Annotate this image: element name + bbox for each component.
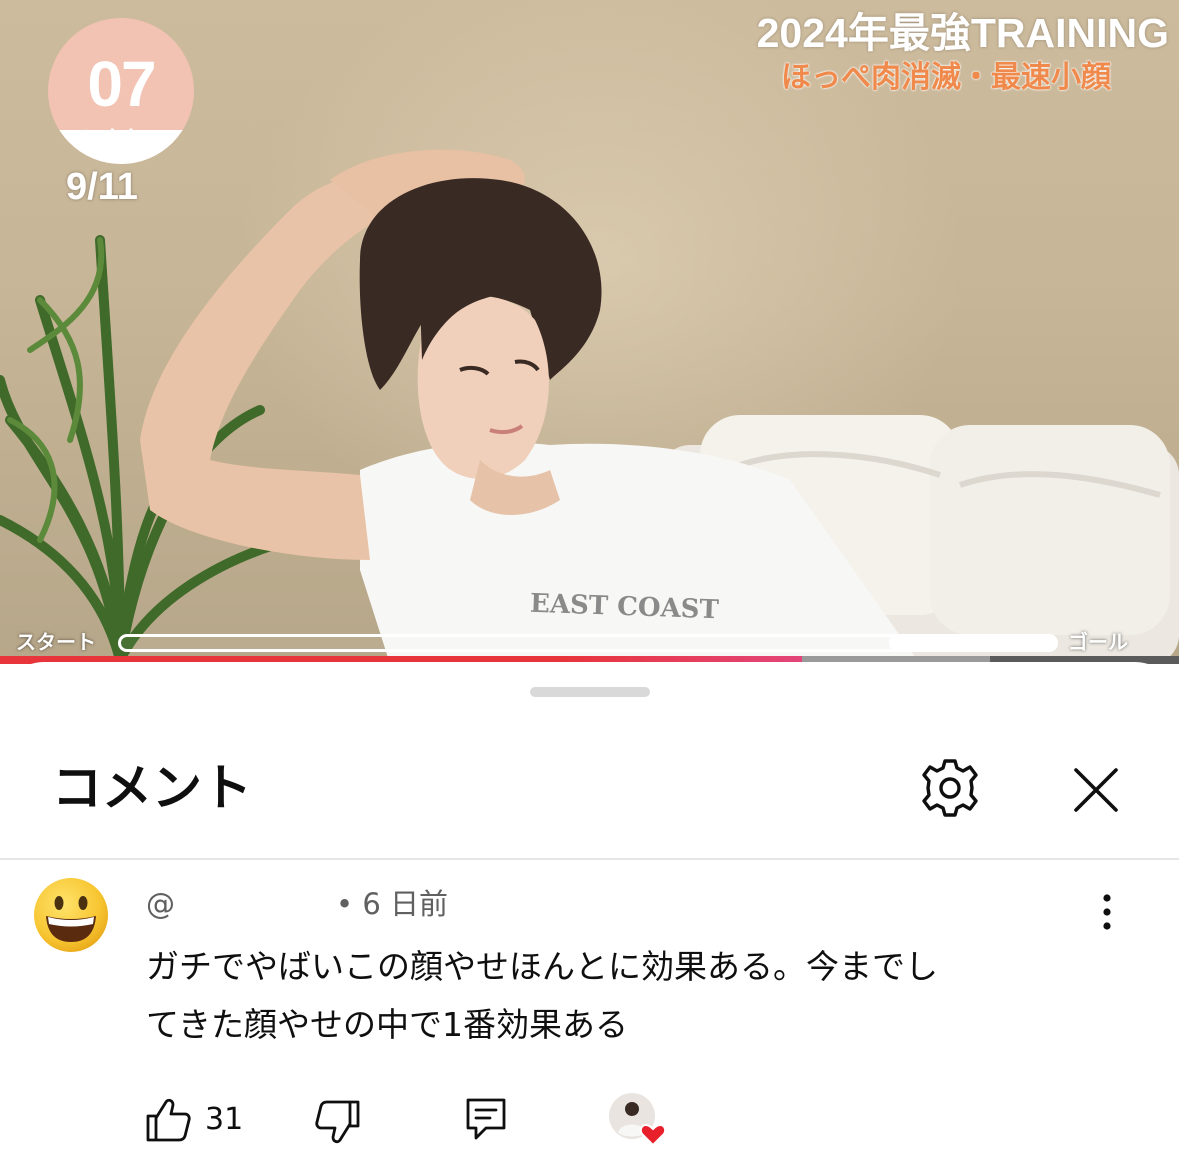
comment-timestamp: • 6 日前 xyxy=(336,887,448,921)
race-goal-label: ゴール xyxy=(1068,632,1128,654)
thumbs-down-icon xyxy=(315,1100,360,1144)
creator-heart-icon xyxy=(609,1093,667,1147)
race-start-label: スタート xyxy=(16,632,96,654)
training-progress-count: 9/11 xyxy=(66,166,138,208)
comment-author-avatar[interactable] xyxy=(32,876,110,954)
comment-text-line: てきた顔やせの中で1番効果ある xyxy=(146,1005,629,1044)
comment-meta: @ • 6 日前 xyxy=(146,882,448,926)
close-comments-button[interactable] xyxy=(1066,760,1126,820)
header-divider xyxy=(0,858,1179,860)
comment-more-button[interactable] xyxy=(1090,892,1124,932)
grinning-face-emoji-icon xyxy=(34,878,108,952)
video-overlay-subtitle: ほっぺ肉消滅・最速小顔 xyxy=(781,61,1111,94)
creator-heart xyxy=(608,1092,672,1148)
comment-settings-button[interactable] xyxy=(916,758,984,818)
like-button[interactable] xyxy=(144,1096,192,1144)
badge-word: training xyxy=(82,126,160,149)
race-progress-fill xyxy=(888,634,1058,652)
thumbs-up-icon xyxy=(146,1098,191,1142)
comment-actions: 31 xyxy=(0,1090,1179,1150)
reply-icon xyxy=(466,1098,506,1140)
badge-number: 07 xyxy=(87,48,156,120)
comments-title: コメント xyxy=(52,759,252,817)
video-player[interactable]: EAST COAST 07 training 9/11 2024年最強TRAIN… xyxy=(0,0,1179,664)
sheet-drag-handle[interactable] xyxy=(530,687,650,697)
comment-author-handle[interactable]: @ xyxy=(146,882,336,926)
comment-text-line: ガチでやばいこの顔やせほんとに効果ある。今までし xyxy=(146,947,938,986)
like-count: 31 xyxy=(205,1102,244,1137)
comment-item: @ • 6 日前 ガチでやばいこの顔やせほんとに効果ある。今までし てきた顔やせの… xyxy=(0,862,1179,1166)
comments-sheet: コメント @ • 6 日前 ガチでやばいこの顔やせほんとに効果ある。今までし て… xyxy=(0,662,1179,1166)
close-icon xyxy=(1074,768,1118,812)
person-illustration xyxy=(140,149,920,664)
video-overlay-title: 2024年最強TRAINING xyxy=(756,10,1169,56)
reply-button[interactable] xyxy=(464,1096,508,1142)
comment-body: ガチでやばいこの顔やせほんとに効果ある。今までし てきた顔やせの中で1番効果ある xyxy=(146,938,1106,1054)
gear-icon xyxy=(922,759,978,817)
dislike-button[interactable] xyxy=(314,1098,362,1146)
more-vertical-icon xyxy=(1103,894,1111,930)
training-number-badge: 07 training xyxy=(48,18,194,164)
